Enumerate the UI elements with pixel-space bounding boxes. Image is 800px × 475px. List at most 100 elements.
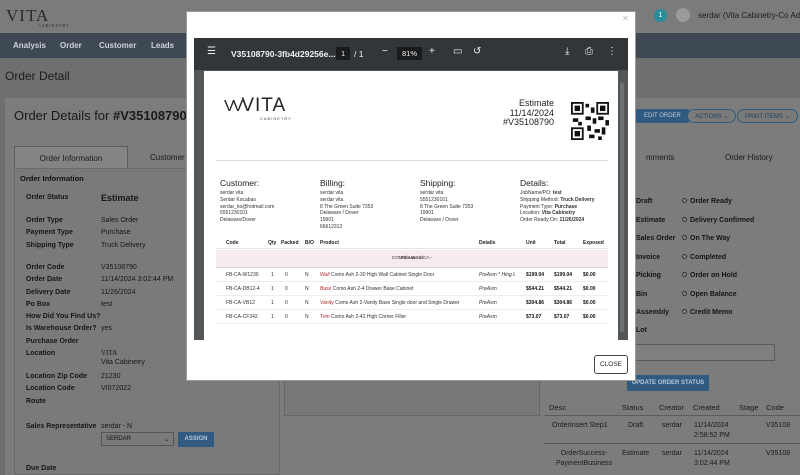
zoom-in-icon[interactable]: +: [429, 46, 435, 57]
status-bin[interactable]: Bin: [636, 291, 647, 298]
label-warehouse-order: Is Warehouse Order?: [26, 325, 97, 332]
label-due-date: Due Date: [26, 465, 57, 472]
value-shipping-type: Truck Delivery: [101, 242, 146, 249]
history-header-created: Created: [693, 403, 720, 412]
app-logo[interactable]: VITA CABINETRY: [6, 6, 69, 28]
doc-number: #V35108790: [502, 117, 554, 127]
close-button[interactable]: CLOSE: [594, 355, 628, 374]
status-sales-order[interactable]: Sales Order: [636, 235, 675, 242]
th-unit: Unit: [526, 240, 536, 246]
status-assembly[interactable]: Assembly: [636, 309, 669, 316]
status-completed[interactable]: Completed: [682, 254, 726, 261]
pdf-toolbar: ☰ V35108790-3fb4d29256e... 1 / 1 − 81% +…: [194, 38, 628, 70]
th-product: Product: [320, 240, 339, 246]
label-delivery-date: Delivery Date: [26, 289, 71, 296]
status-estimate[interactable]: Estimate: [636, 217, 665, 224]
label-how-find-us: How Did You Find Us?: [26, 313, 101, 320]
user-name[interactable]: serdar (Vita Cabinetry-Co Admi: [698, 11, 800, 20]
th-bo: B/O: [305, 240, 314, 246]
table-row: FB-CA-DB12-4 1 0 N Base Como Ash 2-4 Dra…: [216, 282, 608, 296]
history-row2-status: Estimate: [622, 450, 650, 457]
status-note-input[interactable]: [627, 344, 775, 361]
divider: [216, 160, 608, 161]
th-total: Total: [554, 240, 566, 246]
page-total: / 1: [354, 49, 364, 59]
th-details: Details: [479, 240, 496, 246]
details-title: Details:: [520, 178, 549, 188]
value-order-type: Sales Order: [101, 217, 139, 224]
status-order-on-hold[interactable]: Order on Hold: [682, 272, 737, 279]
assign-button[interactable]: ASSIGN: [178, 432, 214, 447]
notification-badge[interactable]: 1: [654, 9, 667, 22]
history-row1-code: V35108: [766, 422, 791, 429]
update-order-status-button[interactable]: UPDATE ORDER STATUS: [627, 375, 709, 391]
history-row2-code: V35108: [766, 450, 791, 457]
zoom-level[interactable]: 81%: [397, 47, 423, 60]
sales-rep-select[interactable]: SERDAR ⌄: [101, 432, 174, 446]
menu-icon[interactable]: ☰: [207, 46, 216, 57]
th-qty: Qty: [268, 240, 277, 246]
print-icon[interactable]: ⎙: [585, 46, 593, 57]
history-row1-status: Draft: [628, 422, 644, 429]
value-location: Vita Cabinetry: [101, 359, 145, 366]
tab-order-information[interactable]: Order Information: [14, 146, 128, 168]
actions-button[interactable]: ACTIONS ⌄: [687, 109, 737, 123]
history-header-desc: Desc: [549, 403, 567, 412]
value-payment-type: Purchase: [101, 229, 131, 236]
label-order-status: Order Status: [26, 194, 69, 201]
pdf-scrollbar[interactable]: [620, 82, 624, 332]
status-order-ready[interactable]: Order Ready: [682, 198, 732, 205]
nav-order[interactable]: Order: [60, 41, 82, 50]
shipping-block: serdar vita 5551230101 8 The Green Suite 7…: [420, 190, 474, 224]
table-row: FB-CA-W1230 1 0 N Wall Como Ash 2-30 Hig…: [216, 268, 608, 282]
more-icon[interactable]: ⋮: [607, 46, 617, 57]
table-row: FB-CA-VB12 1 0 N Vanity Como Ash 2-Vanit…: [216, 296, 608, 310]
label-sales-rep: Sales Representative: [26, 423, 97, 430]
download-icon[interactable]: ⤓: [565, 46, 569, 57]
customer-block: serdar vita Serdar Kocabas serdar_ko@hotma…: [220, 190, 275, 224]
value-location-zip: 21230: [101, 373, 121, 380]
status-picking[interactable]: Picking: [636, 272, 661, 279]
nav-analysis[interactable]: Analysis: [13, 41, 46, 50]
page-number-input[interactable]: 1: [336, 47, 351, 60]
status-on-the-way[interactable]: On The Way: [682, 235, 730, 242]
pdf-viewer[interactable]: ☰ V35108790-3fb4d29256e... 1 / 1 − 81% +…: [194, 38, 628, 340]
print-items-button[interactable]: PRINT ITEMS ⌄: [737, 109, 798, 123]
history-header-stage: Stage: [739, 403, 759, 412]
notes-box[interactable]: [284, 378, 540, 416]
label-shipping-type: Shipping Type: [26, 242, 74, 249]
tab-comments[interactable]: mments: [636, 146, 684, 168]
value-order-status: Estimate: [101, 193, 139, 203]
status-lot[interactable]: Lot: [636, 327, 647, 334]
pdf-filename: V35108790-3fb4d29256e...: [231, 49, 336, 59]
customer-title: Customer:: [220, 178, 260, 188]
fit-page-icon[interactable]: ▭: [453, 46, 462, 57]
table-divider: [216, 248, 608, 249]
details-block: JobName/PO: test Shipping Method: Truck …: [520, 190, 595, 224]
status-invoice[interactable]: Invoice: [636, 254, 660, 261]
close-icon[interactable]: ✕: [622, 14, 629, 23]
value-delivery-date: 11/26/2024: [101, 289, 136, 296]
zoom-out-icon[interactable]: −: [382, 46, 388, 57]
history-divider: [544, 443, 800, 444]
doc-type: Estimate: [518, 98, 554, 108]
th-packed: Packed: [281, 240, 299, 246]
user-icon[interactable]: [676, 8, 690, 22]
value-po-box: test: [101, 301, 113, 308]
shipping-title: Shipping:: [420, 178, 456, 188]
label-po-box: Po Box: [26, 301, 51, 308]
status-delivery-confirmed[interactable]: Delivery Confirmed: [682, 217, 754, 224]
th-exposed: Exposed: [583, 240, 604, 246]
tab-order-history[interactable]: Order History: [715, 146, 783, 168]
rotate-icon[interactable]: ↺: [473, 46, 481, 57]
history-header-code: Code: [766, 403, 784, 412]
doc-logo-sub: CABINETRY: [260, 116, 292, 121]
status-draft[interactable]: Draft: [636, 198, 652, 205]
status-open-balance[interactable]: Open Balance: [682, 291, 737, 298]
value-order-code: V35108790: [101, 264, 137, 271]
nav-customer[interactable]: Customer: [99, 41, 136, 50]
edit-order-button[interactable]: EDIT ORDER: [636, 109, 689, 123]
history-row1-created: 11/14/2024 2:58:52 PM: [694, 422, 730, 439]
nav-leads[interactable]: Leads: [151, 41, 174, 50]
status-credit-memo[interactable]: Credit Memo: [682, 309, 732, 316]
